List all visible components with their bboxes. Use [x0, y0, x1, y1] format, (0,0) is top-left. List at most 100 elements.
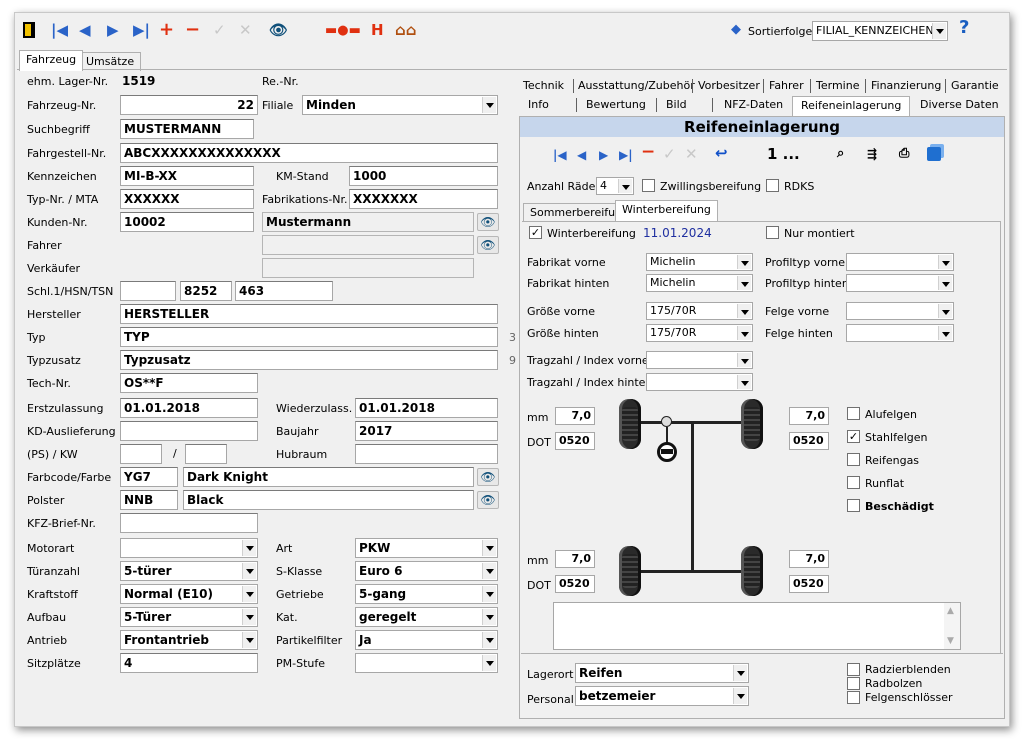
hsn-field[interactable]: 8252: [180, 281, 232, 301]
tab-bild[interactable]: Bild: [666, 98, 687, 112]
typ-nr-field[interactable]: XXXXXX: [120, 189, 254, 209]
chevron-down-icon[interactable]: [242, 563, 256, 579]
add-record-icon[interactable]: +: [159, 21, 174, 39]
chevron-down-icon[interactable]: [242, 586, 256, 602]
km-stand-field[interactable]: 1000: [349, 166, 498, 186]
chevron-down-icon[interactable]: [733, 688, 747, 704]
personal-select[interactable]: betzemeier: [575, 686, 749, 706]
groesse-hinten-select[interactable]: 175/70R: [646, 324, 753, 342]
chevron-down-icon[interactable]: [733, 665, 747, 681]
nur-montiert-checkbox[interactable]: [766, 226, 779, 239]
view-eye-icon[interactable]: 👁: [269, 22, 288, 38]
rear-right-mm-field[interactable]: 7,0: [789, 550, 829, 568]
chevron-down-icon[interactable]: [737, 375, 751, 389]
binoculars-icon[interactable]: ⌕: [837, 146, 844, 162]
kat-select[interactable]: geregelt: [355, 607, 498, 627]
tueranzahl-select[interactable]: 5-türer: [120, 561, 258, 581]
baujahr-field[interactable]: 2017: [355, 421, 498, 441]
reifengas-checkbox[interactable]: [847, 453, 860, 466]
polster-code-field[interactable]: NNB: [120, 490, 178, 510]
tab-info[interactable]: Info: [528, 98, 549, 112]
getriebe-select[interactable]: 5-gang: [355, 584, 498, 604]
reifen-next-icon[interactable]: ▶: [599, 147, 608, 163]
schl1-field[interactable]: [120, 281, 176, 301]
kennzeichen-field[interactable]: MI-B-XX: [120, 166, 254, 186]
polster-eye-icon[interactable]: 👁: [477, 491, 499, 509]
last-record-icon[interactable]: ▶|: [133, 22, 150, 38]
kunde-eye-icon[interactable]: 👁: [477, 213, 499, 231]
fahrer-eye-icon[interactable]: 👁: [477, 236, 499, 254]
tab-vorbesitzer[interactable]: Vorbesitzer: [698, 79, 760, 93]
chevron-down-icon[interactable]: [482, 97, 496, 113]
tab-ausstattung[interactable]: Ausstattung/Zubehör: [578, 79, 695, 93]
brief-nr-field[interactable]: [120, 513, 258, 533]
fahrzeug-nr-field[interactable]: 22: [120, 95, 258, 115]
kraftstoff-select[interactable]: Normal (E10): [120, 584, 258, 604]
suchbegriff-field[interactable]: MUSTERMANN: [120, 119, 254, 139]
kunden-nr-field[interactable]: 10002: [120, 212, 254, 232]
reifen-prev-icon[interactable]: ◀: [577, 147, 586, 163]
rear-left-mm-field[interactable]: 7,0: [555, 550, 595, 568]
fabrikat-hinten-select[interactable]: Michelin: [646, 274, 753, 292]
chevron-down-icon[interactable]: [737, 276, 751, 290]
chevron-down-icon[interactable]: [932, 23, 946, 39]
hersteller-field[interactable]: HERSTELLER: [120, 304, 498, 324]
reifen-first-icon[interactable]: |◀: [553, 147, 567, 163]
car-icon[interactable]: ▬●▬: [325, 23, 361, 39]
cancel-icon[interactable]: ✕: [239, 22, 252, 38]
tab-garantie[interactable]: Garantie: [951, 79, 999, 93]
front-right-mm-field[interactable]: 7,0: [789, 407, 829, 425]
groesse-vorne-select[interactable]: 175/70R: [646, 302, 753, 320]
reifen-undo-icon[interactable]: ↩: [715, 145, 728, 161]
confirm-icon[interactable]: ✓: [213, 22, 226, 38]
profiltyp-hinten-select[interactable]: [846, 274, 954, 292]
chevron-down-icon[interactable]: [482, 563, 496, 579]
anzahl-select[interactable]: 4: [596, 177, 634, 195]
chevron-down-icon[interactable]: [482, 540, 496, 556]
tab-diverse-daten[interactable]: Diverse Daten: [920, 98, 999, 112]
help-icon[interactable]: ?: [959, 19, 969, 37]
chevron-down-icon[interactable]: [938, 326, 952, 340]
tab-termine[interactable]: Termine: [816, 79, 859, 93]
reifen-delete-icon[interactable]: −: [641, 144, 655, 161]
felgenschloss-checkbox[interactable]: [847, 691, 860, 704]
delete-record-icon[interactable]: −: [185, 21, 200, 39]
rear-left-dot-field[interactable]: 0520: [555, 575, 595, 593]
alufelgen-checkbox[interactable]: [847, 407, 860, 420]
farbe-field[interactable]: Dark Knight: [183, 467, 474, 487]
chevron-down-icon[interactable]: [938, 304, 952, 318]
tab-winterbereifung[interactable]: Winterbereifung: [615, 200, 718, 221]
fabrikat-vorne-select[interactable]: Michelin: [646, 253, 753, 271]
exit-door-icon[interactable]: [23, 22, 35, 38]
tragzahl-vorne-select[interactable]: [646, 351, 753, 369]
pm-stufe-select[interactable]: [355, 653, 498, 673]
tab-finanzierung[interactable]: Finanzierung: [871, 79, 941, 93]
front-right-dot-field[interactable]: 0520: [789, 432, 829, 450]
felge-vorne-select[interactable]: [846, 302, 954, 320]
aufbau-select[interactable]: 5-Türer: [120, 607, 258, 627]
chevron-down-icon[interactable]: [482, 632, 496, 648]
front-left-dot-field[interactable]: 0520: [555, 432, 595, 450]
reifen-confirm-icon[interactable]: ✓: [663, 146, 676, 162]
scroll-up-icon[interactable]: ▲: [947, 606, 954, 616]
chevron-down-icon[interactable]: [482, 609, 496, 625]
farbcode-field[interactable]: YG7: [120, 467, 178, 487]
first-record-icon[interactable]: |◀: [51, 22, 68, 38]
chevron-down-icon[interactable]: [938, 276, 952, 290]
cube-icon[interactable]: [927, 147, 941, 161]
chevron-down-icon[interactable]: [737, 304, 751, 318]
sort-select[interactable]: FILIAL_KENNZEICHEN: [812, 21, 948, 41]
tab-reifeneinlagerung[interactable]: Reifeneinlagerung: [792, 96, 911, 117]
chevron-down-icon[interactable]: [938, 255, 952, 269]
typ-field[interactable]: TYP: [120, 327, 498, 347]
chevron-down-icon[interactable]: [242, 609, 256, 625]
typzusatz-field[interactable]: Typzusatz: [120, 350, 498, 370]
antrieb-select[interactable]: Frontantrieb: [120, 630, 258, 650]
reifen-last-icon[interactable]: ▶|: [619, 147, 633, 163]
farbe-eye-icon[interactable]: 👁: [477, 468, 499, 486]
chevron-down-icon[interactable]: [242, 632, 256, 648]
reifen-cancel-icon[interactable]: ✕: [685, 146, 698, 162]
compare-icon[interactable]: ⇶: [867, 146, 877, 162]
tab-bewertung[interactable]: Bewertung: [586, 98, 646, 112]
erstzulassung-field[interactable]: 01.01.2018: [120, 398, 258, 418]
